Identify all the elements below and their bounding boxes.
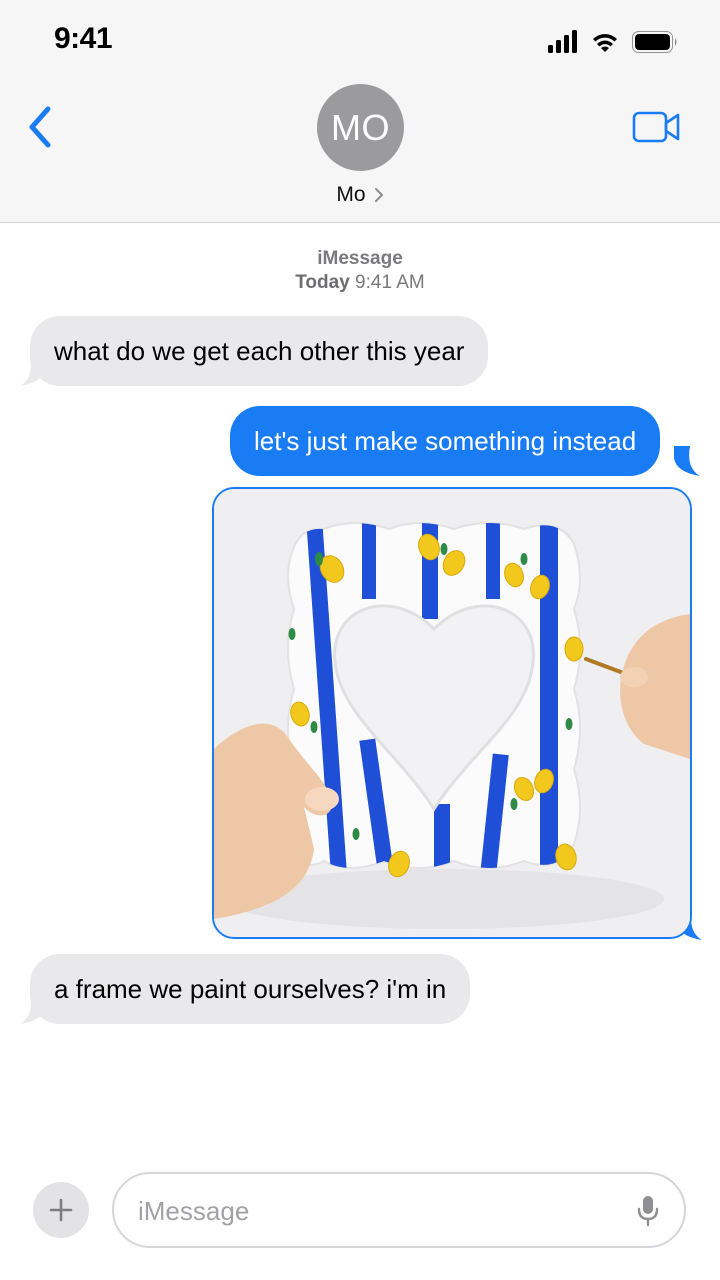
timestamp-day: Today bbox=[295, 272, 350, 293]
status-icons bbox=[548, 30, 677, 53]
message-bubble-incoming[interactable]: what do we get each other this year bbox=[30, 316, 489, 386]
battery-icon bbox=[632, 31, 677, 53]
video-camera-icon bbox=[632, 111, 680, 143]
wifi-icon bbox=[593, 34, 617, 52]
back-button[interactable] bbox=[22, 102, 62, 152]
facetime-video-button[interactable] bbox=[632, 110, 682, 144]
service-label: iMessage bbox=[317, 248, 403, 269]
apps-plus-button[interactable] bbox=[33, 1182, 89, 1238]
message-bubble-outgoing[interactable]: let's just make something instead bbox=[230, 406, 661, 476]
contact-name: Mo bbox=[336, 183, 366, 206]
signal-icon bbox=[548, 30, 577, 53]
contact-avatar[interactable]: MO bbox=[317, 84, 404, 171]
status-time: 9:41 bbox=[54, 22, 113, 55]
plus-icon bbox=[49, 1198, 73, 1222]
message-input[interactable] bbox=[136, 1188, 610, 1234]
microphone-icon[interactable] bbox=[636, 1194, 660, 1228]
timestamp-time: 9:41 AM bbox=[355, 272, 425, 293]
photo-painted-heart-frame bbox=[214, 489, 690, 937]
image-attachment[interactable] bbox=[212, 487, 692, 939]
chevron-left-icon bbox=[29, 106, 51, 148]
timestamp: Today 9:41 AM bbox=[0, 272, 720, 294]
message-bubble-incoming[interactable]: a frame we paint ourselves? i'm in bbox=[30, 954, 471, 1024]
contact-name-button[interactable]: Mo bbox=[300, 180, 420, 210]
message-composer bbox=[112, 1172, 686, 1248]
bubble-tail bbox=[674, 446, 700, 476]
chevron-right-icon bbox=[374, 188, 383, 202]
